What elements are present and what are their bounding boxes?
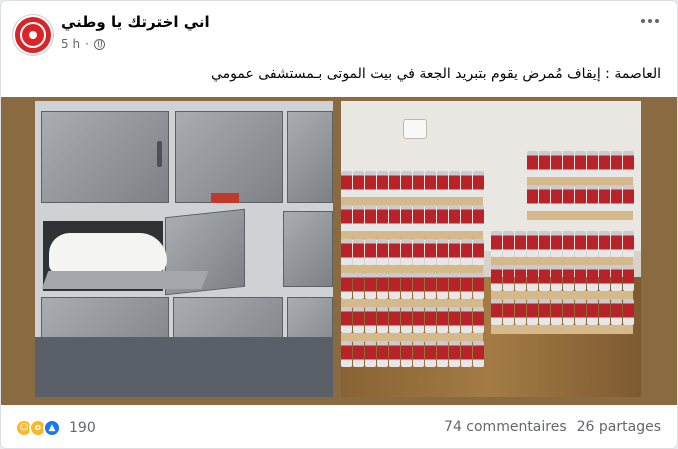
reaction-count[interactable]: 190 xyxy=(69,420,96,436)
more-options-icon[interactable] xyxy=(641,19,659,23)
like-icon: ▲ xyxy=(43,419,61,437)
post-time[interactable]: 5 h xyxy=(61,37,80,51)
page-name[interactable]: اني اخترتك يا وطني xyxy=(61,13,210,31)
body-sheet xyxy=(49,233,167,273)
post-meta: 5 h · xyxy=(61,37,105,51)
globe-icon xyxy=(93,38,105,50)
page-avatar[interactable] xyxy=(13,15,53,55)
shares-count[interactable]: 26 partages xyxy=(577,419,661,435)
post-card: اني اخترتك يا وطني 5 h · العاصمة : إيقاف… xyxy=(0,0,678,449)
morgue-image xyxy=(35,101,333,397)
comments-count[interactable]: 74 commentaires xyxy=(444,419,567,435)
avatar-logo-icon xyxy=(20,22,46,48)
beer-cans-image xyxy=(341,101,641,397)
post-media[interactable] xyxy=(1,97,677,405)
post-text: العاصمة : إيقاف مُمرض يقوم بتبريد الجعة … xyxy=(210,66,661,82)
wall-socket xyxy=(403,119,427,139)
post-footer: ☺ o ▲ 190 74 commentaires 26 partages xyxy=(1,405,677,449)
post-stats: 74 commentaires 26 partages xyxy=(444,419,661,435)
reactions-summary[interactable]: ☺ o ▲ 190 xyxy=(15,419,96,437)
